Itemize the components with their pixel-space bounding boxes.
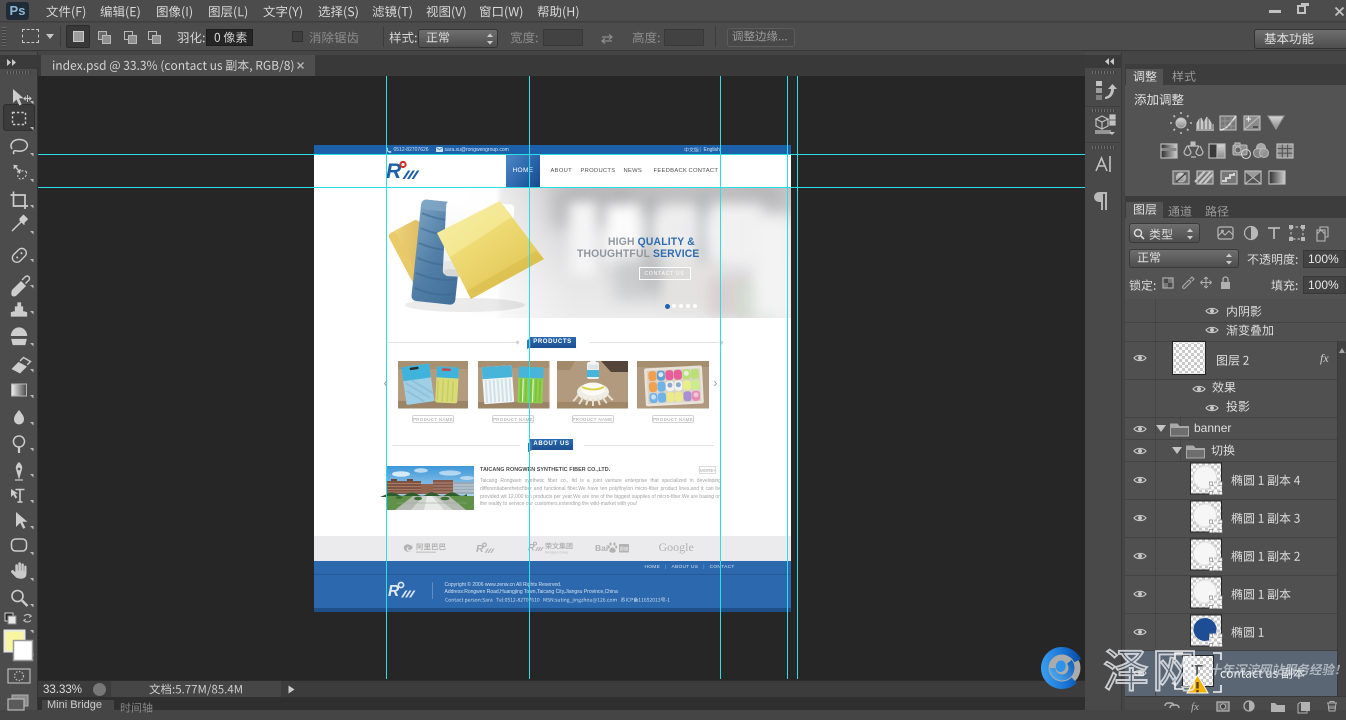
svg-text:Rongwen Group: Rongwen Group — [545, 551, 568, 555]
svg-text:Bai: Bai — [595, 543, 608, 553]
svg-text:fx: fx — [1191, 701, 1199, 713]
